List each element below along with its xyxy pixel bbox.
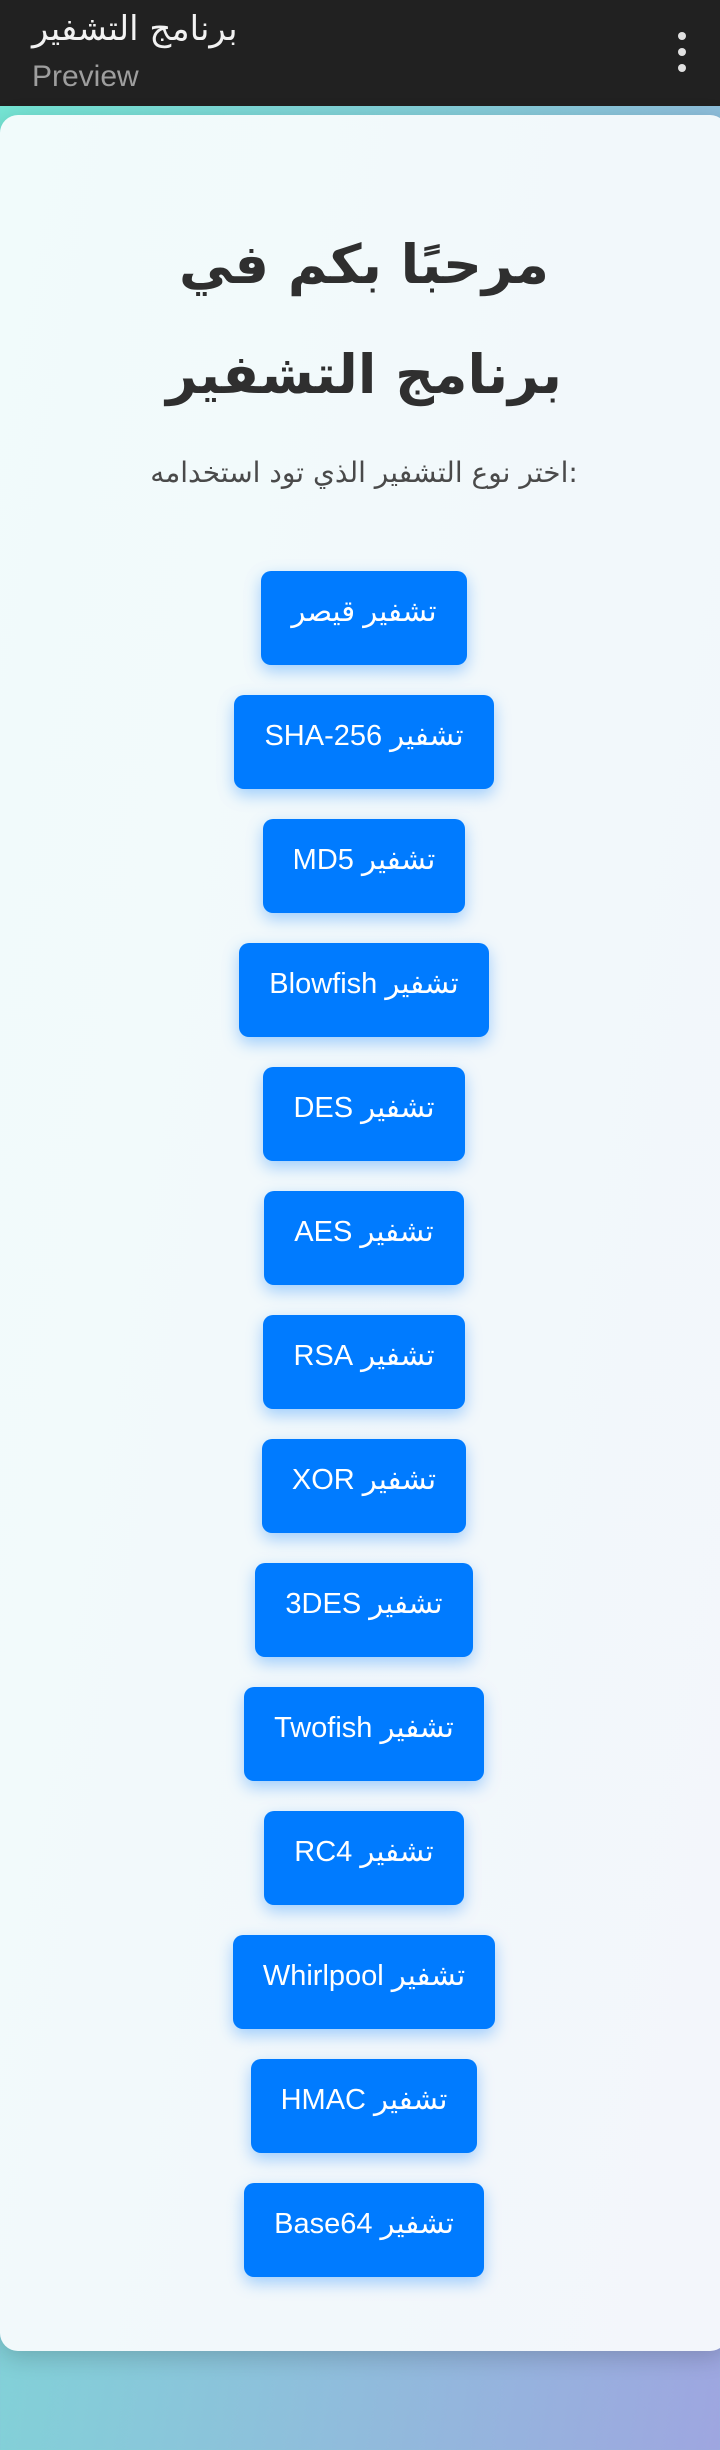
hmac-button[interactable]: تشفير HMAC bbox=[250, 2059, 478, 2153]
encryption-button-list: تشفير قيصر تشفير SHA-256 تشفير MD5 تشفير… bbox=[0, 571, 720, 2307]
page-title: مرحبًا بكم في برنامج التشفير bbox=[166, 233, 562, 406]
aes-button[interactable]: تشفير AES bbox=[264, 1191, 464, 1285]
rsa-button[interactable]: تشفير RSA bbox=[263, 1315, 465, 1409]
caesar-cipher-button[interactable]: تشفير قيصر bbox=[261, 571, 467, 665]
des-button[interactable]: تشفير DES bbox=[263, 1067, 465, 1161]
xor-button[interactable]: تشفير XOR bbox=[261, 1439, 467, 1533]
main-card: مرحبًا بكم في برنامج التشفير اختر نوع ال… bbox=[0, 115, 720, 2351]
more-vert-icon[interactable] bbox=[672, 32, 692, 72]
menu-dot bbox=[678, 32, 686, 40]
blowfish-button[interactable]: تشفير Blowfish bbox=[239, 943, 489, 1037]
whirlpool-button[interactable]: تشفير Whirlpool bbox=[232, 1935, 496, 2029]
app-bar: برنامج التشفير Preview bbox=[0, 0, 720, 106]
twofish-button[interactable]: تشفير Twofish bbox=[244, 1687, 484, 1781]
menu-dot bbox=[678, 64, 686, 72]
sha256-button[interactable]: تشفير SHA-256 bbox=[234, 695, 494, 789]
3des-button[interactable]: تشفير 3DES bbox=[255, 1563, 473, 1657]
rc4-button[interactable]: تشفير RC4 bbox=[264, 1811, 464, 1905]
app-title: برنامج التشفير bbox=[32, 9, 238, 49]
app-subtitle: Preview bbox=[32, 60, 139, 93]
page-subtitle: اختر نوع التشفير الذي تود استخدامه: bbox=[150, 456, 578, 489]
menu-dot bbox=[678, 48, 686, 56]
base64-button[interactable]: تشفير Base64 bbox=[244, 2183, 484, 2277]
md5-button[interactable]: تشفير MD5 bbox=[262, 819, 466, 913]
